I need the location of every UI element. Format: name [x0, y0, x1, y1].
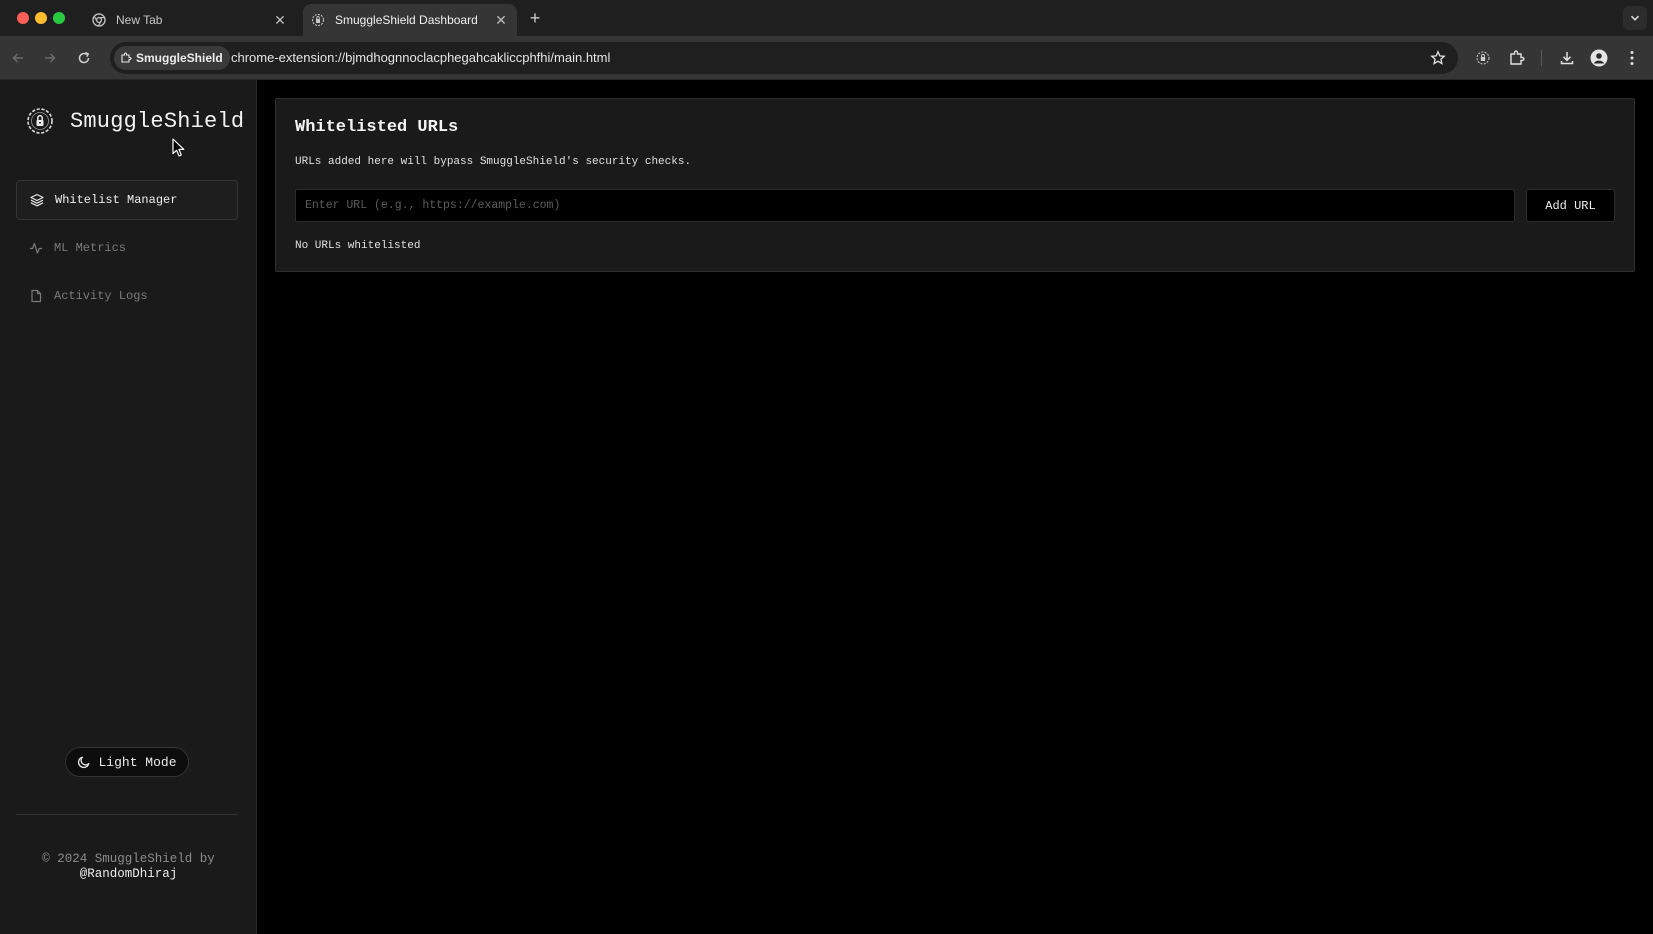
- url-text: chrome-extension://bjmdhognnoclacphegahc…: [231, 50, 611, 65]
- activity-icon: [28, 240, 44, 256]
- chrome-icon: [92, 13, 106, 27]
- tab-new-tab[interactable]: New Tab ✕: [84, 4, 296, 36]
- theme-toggle-label: Light Mode: [98, 754, 177, 770]
- tab-title: SmuggleShield Dashboard: [335, 13, 478, 27]
- forward-button[interactable]: [40, 48, 60, 68]
- extensions-puzzle-icon[interactable]: [1508, 49, 1526, 67]
- arrow-left-icon: [12, 53, 23, 63]
- brand-name: SmuggleShield: [70, 108, 245, 134]
- reload-icon: [78, 51, 90, 64]
- brand: SmuggleShield: [26, 107, 244, 135]
- sidebar-divider: [16, 814, 238, 815]
- sidebar-item-activity-logs[interactable]: Activity Logs: [16, 276, 238, 316]
- profile-avatar-icon[interactable]: [1590, 49, 1608, 67]
- arrow-right-icon: [45, 53, 56, 63]
- site-chip-label: SmuggleShield: [136, 51, 223, 65]
- browser-toolbar: SmuggleShield chrome-extension://bjmdhog…: [0, 36, 1653, 80]
- page-description: URLs added here will bypass SmuggleShiel…: [295, 156, 692, 168]
- tab-strip: New Tab ✕ SmuggleShield Dashboard ✕ +: [0, 0, 1653, 36]
- smuggleshield-extension-icon[interactable]: [1474, 49, 1492, 67]
- sidebar-item-whitelist-manager[interactable]: Whitelist Manager: [16, 180, 238, 220]
- sidebar-item-ml-metrics[interactable]: ML Metrics: [16, 228, 238, 268]
- add-url-button[interactable]: Add URL: [1526, 189, 1615, 222]
- mouse-cursor-icon: [172, 138, 185, 157]
- minimize-window-button[interactable]: [35, 12, 47, 24]
- sidebar: SmuggleShield Whitelist Manager ML Metri…: [0, 80, 257, 934]
- sidebar-item-label: ML Metrics: [54, 241, 127, 255]
- tab-search-button[interactable]: [1623, 6, 1647, 30]
- sidebar-item-label: Whitelist Manager: [55, 193, 178, 207]
- tab-smuggleshield-dashboard[interactable]: SmuggleShield Dashboard ✕: [303, 4, 517, 36]
- url-input[interactable]: [295, 189, 1515, 222]
- whitelist-card: Whitelisted URLs URLs added here will by…: [275, 98, 1635, 272]
- layers-icon: [29, 192, 45, 208]
- bookmark-star-icon[interactable]: [1430, 50, 1446, 66]
- sidebar-item-label: Activity Logs: [54, 289, 148, 303]
- file-icon: [28, 288, 44, 304]
- sidebar-footer: © 2024 SmuggleShield by @RandomDhiraj: [0, 852, 257, 882]
- close-tab-icon[interactable]: ✕: [493, 12, 509, 28]
- tab-title: New Tab: [116, 13, 163, 27]
- shield-lock-logo-icon: [27, 108, 53, 134]
- moon-icon: [78, 756, 90, 769]
- site-info-chip[interactable]: SmuggleShield: [114, 46, 230, 70]
- more-menu-icon[interactable]: [1623, 49, 1641, 67]
- shield-logo-icon: [311, 13, 325, 27]
- copyright-text: © 2024 SmuggleShield by: [42, 852, 215, 866]
- extension-puzzle-icon: [121, 52, 132, 63]
- download-icon[interactable]: [1558, 49, 1576, 67]
- close-tab-icon[interactable]: ✕: [272, 12, 288, 28]
- close-window-button[interactable]: [17, 12, 29, 24]
- address-bar[interactable]: SmuggleShield chrome-extension://bjmdhog…: [110, 42, 1458, 74]
- page-title: Whitelisted URLs: [295, 118, 459, 137]
- reload-button[interactable]: [74, 48, 94, 68]
- chevron-down-icon: [1630, 15, 1640, 21]
- author-link[interactable]: @RandomDhiraj: [0, 867, 257, 882]
- empty-state-message: No URLs whitelisted: [295, 240, 421, 252]
- theme-toggle-button[interactable]: Light Mode: [65, 747, 189, 777]
- back-button[interactable]: [8, 48, 28, 68]
- maximize-window-button[interactable]: [53, 12, 65, 24]
- toolbar-divider: [1541, 50, 1542, 66]
- new-tab-button[interactable]: +: [525, 8, 545, 28]
